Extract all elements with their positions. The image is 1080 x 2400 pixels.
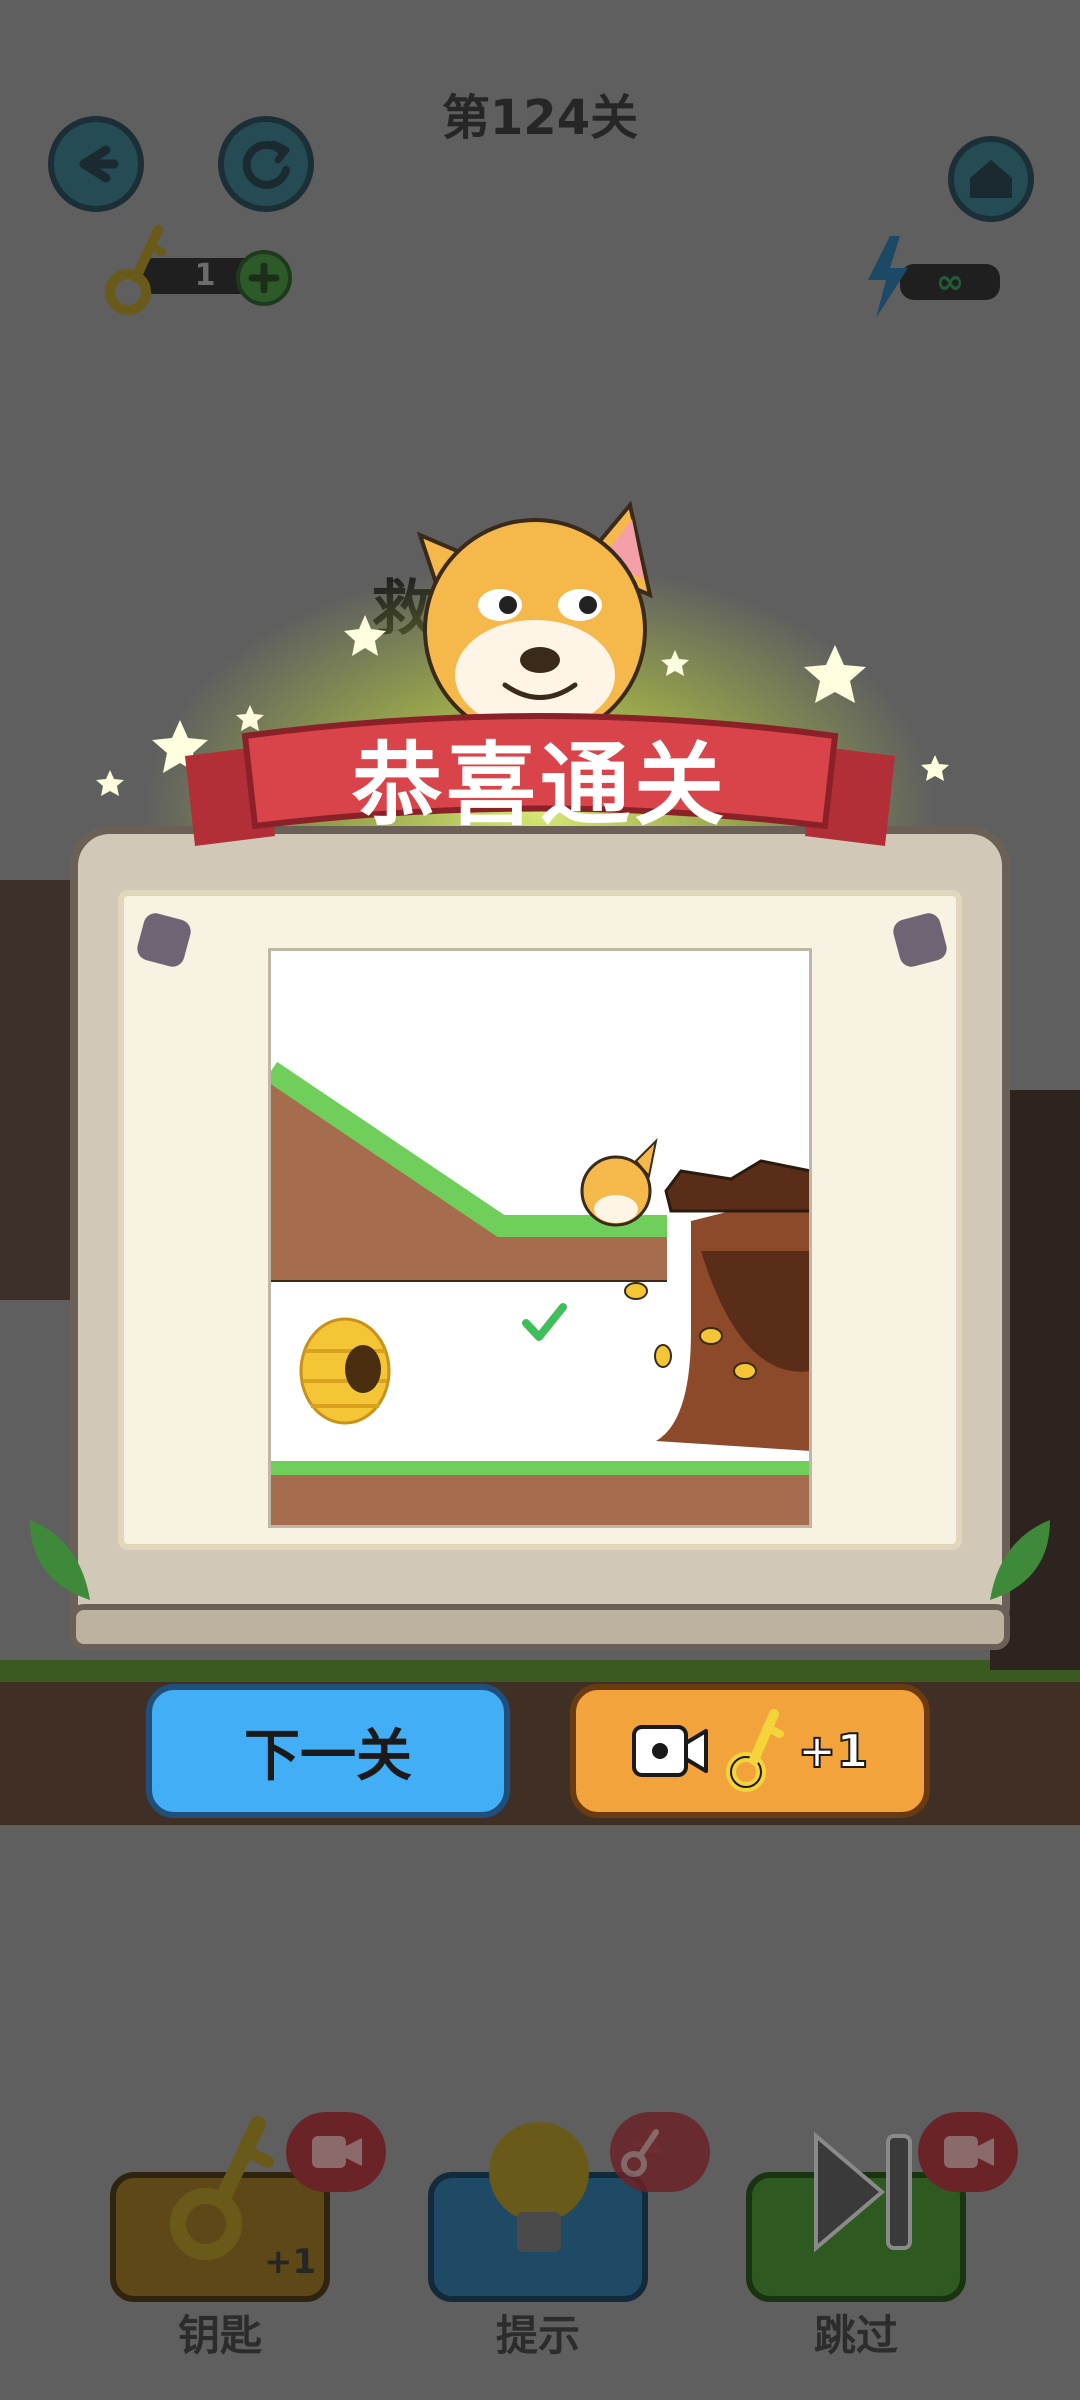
add-keys-button[interactable]	[236, 250, 292, 306]
shiba-mascot	[416, 500, 653, 735]
left-leaves	[30, 1520, 90, 1600]
key-counter: 1	[100, 222, 300, 318]
level-preview	[268, 948, 812, 1528]
home-button[interactable]	[948, 136, 1034, 222]
lightning-icon	[868, 236, 908, 318]
level-title: 第124关	[441, 90, 639, 146]
back-button[interactable]	[48, 116, 144, 212]
key-tile-icon	[170, 2116, 274, 2260]
right-leaves	[990, 1520, 1050, 1600]
lightbulb-icon	[489, 2122, 589, 2252]
video-reward-label: +1	[797, 1723, 870, 1779]
key-badge-icon	[621, 2129, 659, 2177]
skip-video-badge	[918, 2112, 1018, 2192]
video-camera-icon	[631, 1725, 708, 1777]
restart-button[interactable]	[218, 116, 314, 212]
keys-video-badge	[286, 2112, 386, 2192]
bottom-item-skip[interactable]: 跳过	[742, 2112, 1018, 2360]
next-level-button[interactable]: 下一关	[146, 1684, 510, 1818]
popup-stone-ledge	[70, 1604, 1010, 1650]
bottom-item-keys[interactable]: +1 钥匙	[106, 2112, 386, 2360]
bottom-item-hint[interactable]: -1 提示	[424, 2112, 710, 2360]
skip-label: 跳过	[813, 2311, 898, 2360]
skip-icon	[814, 2131, 912, 2253]
key-reward-icon	[725, 1709, 784, 1792]
skip-video-badge-icon	[944, 2136, 994, 2168]
keys-tile-badge: +1	[264, 2242, 317, 2282]
watch-video-key-button[interactable]: +1	[570, 1684, 930, 1818]
hint-key-badge	[610, 2112, 710, 2192]
hint-label: 提示	[495, 2311, 580, 2360]
plus-icon	[248, 262, 280, 294]
back-arrow-icon	[79, 145, 119, 183]
background-grass-strip	[0, 1660, 1080, 1682]
keys-label: 钥匙	[177, 2311, 262, 2360]
video-badge-icon	[312, 2136, 362, 2168]
next-level-label: 下一关	[244, 1723, 412, 1789]
home-icon	[970, 160, 1012, 198]
level-preview-scene	[271, 1061, 809, 1525]
key-icon	[105, 225, 166, 315]
congrats-banner-text: 恭喜通关	[352, 733, 728, 838]
energy-counter: ∞	[860, 232, 1010, 322]
restart-icon	[242, 140, 290, 189]
